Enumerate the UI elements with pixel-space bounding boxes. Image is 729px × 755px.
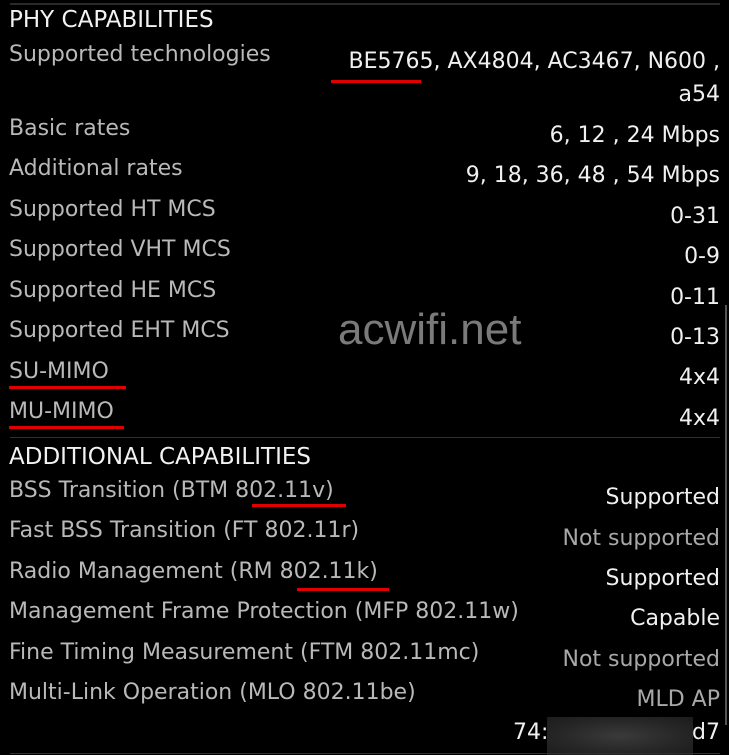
- bss-transition-label: BSS Transition (BTM 802.11v): [9, 478, 334, 503]
- mlo-value: MLD AP: [636, 687, 721, 712]
- phy-capabilities-title: PHY CAPABILITIES: [9, 7, 214, 33]
- supported-technologies-value-cont: a54: [678, 82, 720, 107]
- annotation-underline-mu-mimo: [9, 426, 124, 429]
- mld-address-suffix: d7: [692, 720, 720, 745]
- mlo-label: Multi-Link Operation (MLO 802.11be): [9, 680, 416, 705]
- bss-transition-value: Supported: [605, 485, 720, 510]
- radio-management-label: Radio Management (RM 802.11k): [9, 559, 378, 584]
- redacted-mac-address: [547, 717, 693, 755]
- radio-management-value: Supported: [605, 566, 720, 591]
- eht-mcs-value: 0-13: [670, 325, 720, 350]
- annotation-underline-80211k: [297, 588, 389, 591]
- top-divider: [10, 3, 720, 5]
- mu-mimo-label: MU-MIMO: [9, 399, 114, 424]
- ht-mcs-value: 0-31: [670, 204, 720, 229]
- additional-rates-label: Additional rates: [9, 156, 183, 181]
- supported-technologies-label: Supported technologies: [9, 42, 271, 67]
- section-divider: [10, 437, 720, 438]
- mfp-label: Management Frame Protection (MFP 802.11w…: [9, 599, 519, 624]
- vht-mcs-label: Supported VHT MCS: [9, 237, 231, 262]
- fast-bss-transition-value: Not supported: [562, 526, 720, 551]
- additional-capabilities-title: ADDITIONAL CAPABILITIES: [9, 444, 311, 470]
- scrollbar[interactable]: [725, 305, 727, 725]
- additional-rates-value: 9, 18, 36, 48 , 54 Mbps: [465, 163, 720, 188]
- mfp-value: Capable: [630, 606, 720, 631]
- annotation-underline-80211v: [252, 504, 346, 507]
- basic-rates-value: 6, 12 , 24 Mbps: [549, 123, 720, 148]
- annotation-underline-su-mimo: [9, 386, 126, 389]
- ftm-value: Not supported: [562, 647, 720, 672]
- he-mcs-label: Supported HE MCS: [9, 278, 217, 303]
- fast-bss-transition-label: Fast BSS Transition (FT 802.11r): [9, 518, 360, 543]
- su-mimo-value: 4x4: [678, 365, 720, 390]
- ftm-label: Fine Timing Measurement (FTM 802.11mc): [9, 640, 480, 665]
- mu-mimo-value: 4x4: [678, 406, 720, 431]
- annotation-underline-be5765: [331, 80, 421, 83]
- bottom-divider: [10, 753, 720, 754]
- supported-technologies-value: BE5765, AX4804, AC3467, N600 ,: [348, 49, 721, 74]
- watermark: acwifi.net: [338, 305, 522, 354]
- eht-mcs-label: Supported EHT MCS: [9, 318, 230, 343]
- he-mcs-value: 0-11: [670, 285, 720, 310]
- ht-mcs-label: Supported HT MCS: [9, 197, 216, 222]
- vht-mcs-value: 0-9: [684, 244, 720, 269]
- su-mimo-label: SU-MIMO: [9, 359, 109, 384]
- mld-address-prefix: 74:: [513, 720, 549, 745]
- basic-rates-label: Basic rates: [9, 116, 131, 141]
